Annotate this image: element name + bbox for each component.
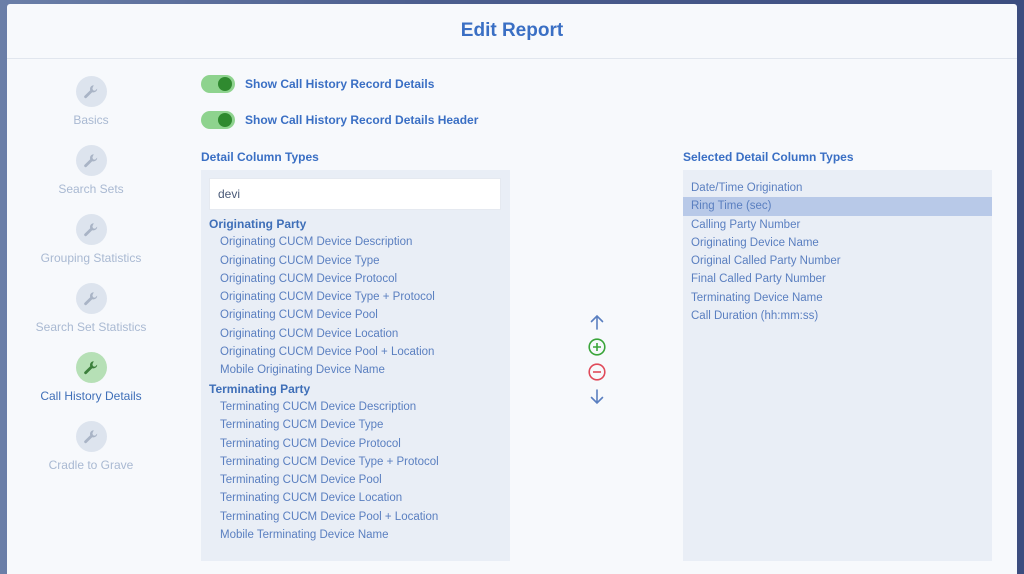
show-details-label: Show Call History Record Details: [245, 77, 435, 91]
toggle-knob: [218, 113, 232, 127]
move-down-button[interactable]: [587, 387, 607, 407]
list-item[interactable]: Originating CUCM Device Location: [201, 325, 510, 343]
sidebar-item-label: Basics: [73, 113, 109, 127]
selected-list-item[interactable]: Ring Time (sec): [683, 197, 992, 216]
list-item[interactable]: Originating CUCM Device Pool: [201, 306, 510, 324]
group-header: Originating Party: [209, 217, 307, 231]
available-columns-panel: Originating Party Originating CUCM Device…: [201, 170, 510, 561]
dialog-title: Edit Report: [460, 20, 564, 41]
list-item[interactable]: Originating CUCM Device Description: [201, 233, 510, 251]
sidebar-item-label: Call History Details: [40, 389, 142, 403]
plus-circle-icon: [588, 338, 606, 356]
edit-report-dialog: Edit Report Basics Search Sets Grouping St…: [7, 4, 1017, 574]
remove-column-button[interactable]: [587, 362, 607, 382]
column-search-input[interactable]: [209, 178, 501, 210]
selected-list-item[interactable]: Calling Party Number: [683, 216, 992, 234]
show-details-header-toggle[interactable]: [201, 111, 235, 129]
show-details-toggle[interactable]: [201, 75, 235, 93]
list-item[interactable]: Terminating CUCM Device Description: [201, 398, 510, 416]
sidebar-item-label: Search Sets: [58, 182, 124, 196]
add-column-button[interactable]: [587, 337, 607, 357]
sidebar-item-basics[interactable]: Basics: [7, 76, 175, 145]
minus-circle-icon: [588, 363, 606, 381]
sidebar-item-search-sets[interactable]: Search Sets: [7, 145, 175, 214]
list-item[interactable]: Mobile Originating Device Name: [201, 361, 510, 379]
toggle-row-header: Show Call History Record Details Header: [201, 111, 478, 129]
wrench-icon: [75, 214, 107, 245]
list-item[interactable]: Terminating CUCM Device Protocol: [201, 435, 510, 453]
toggle-knob: [218, 77, 232, 91]
selected-columns-panel: Date/Time Origination Ring Time (sec) Call…: [683, 170, 992, 561]
sidebar-item-label: Grouping Statistics: [40, 251, 142, 265]
sidebar-item-search-set-statistics[interactable]: Search Set Statistics: [7, 283, 175, 352]
list-item[interactable]: Originating CUCM Device Pool + Location: [201, 343, 510, 361]
selected-list-item[interactable]: Terminating Device Name: [683, 289, 992, 307]
selected-list-item[interactable]: Date/Time Origination: [683, 179, 992, 197]
selected-list-item[interactable]: Final Called Party Number: [683, 270, 992, 288]
list-item[interactable]: Terminating CUCM Device Pool + Location: [201, 508, 510, 526]
group-header: Terminating Party: [209, 381, 311, 396]
list-item[interactable]: Terminating CUCM Device Type + Protocol: [201, 453, 510, 471]
selected-list-item[interactable]: Originating Device Name: [683, 234, 992, 252]
available-columns-list: Originating Party Originating CUCM Device…: [201, 215, 510, 544]
toggle-row-details: Show Call History Record Details: [201, 75, 434, 93]
wrench-icon: [75, 76, 107, 107]
sidebar-item-label: Search Set Statistics: [35, 320, 147, 334]
arrow-up-icon: [590, 314, 604, 330]
selected-detail-column-types-title: Selected Detail Column Types: [683, 150, 854, 164]
arrow-down-icon: [590, 389, 604, 405]
selected-columns-list: Date/Time Origination Ring Time (sec) Call…: [683, 179, 992, 325]
list-item[interactable]: Originating CUCM Device Type + Protocol: [201, 288, 510, 306]
list-item[interactable]: Terminating CUCM Device Type: [201, 416, 510, 434]
sidebar-item-label: Cradle to Grave: [48, 458, 134, 472]
sidebar-item-cradle-to-grave[interactable]: Cradle to Grave: [7, 421, 175, 490]
move-up-button[interactable]: [587, 312, 607, 332]
wrench-icon: [75, 421, 107, 452]
list-item[interactable]: Terminating CUCM Device Pool: [201, 471, 510, 489]
selected-list-item[interactable]: Call Duration (hh:mm:ss): [683, 307, 992, 325]
wrench-icon: [75, 145, 107, 176]
wrench-icon: [75, 352, 107, 383]
detail-column-types-title: Detail Column Types: [201, 150, 319, 164]
sidebar-item-call-history-details[interactable]: Call History Details: [7, 352, 175, 421]
sidebar: Basics Search Sets Grouping Statistics Sear…: [7, 76, 175, 490]
selected-list-item[interactable]: Original Called Party Number: [683, 252, 992, 270]
list-item[interactable]: Mobile Terminating Device Name: [201, 526, 510, 544]
dialog-header: Edit Report: [7, 4, 1017, 59]
wrench-icon: [75, 283, 107, 314]
list-item[interactable]: Originating CUCM Device Type: [201, 252, 510, 270]
list-item[interactable]: Terminating CUCM Device Location: [201, 489, 510, 507]
show-details-header-label: Show Call History Record Details Header: [245, 113, 479, 127]
list-item[interactable]: Originating CUCM Device Protocol: [201, 270, 510, 288]
sidebar-item-grouping-statistics[interactable]: Grouping Statistics: [7, 214, 175, 283]
